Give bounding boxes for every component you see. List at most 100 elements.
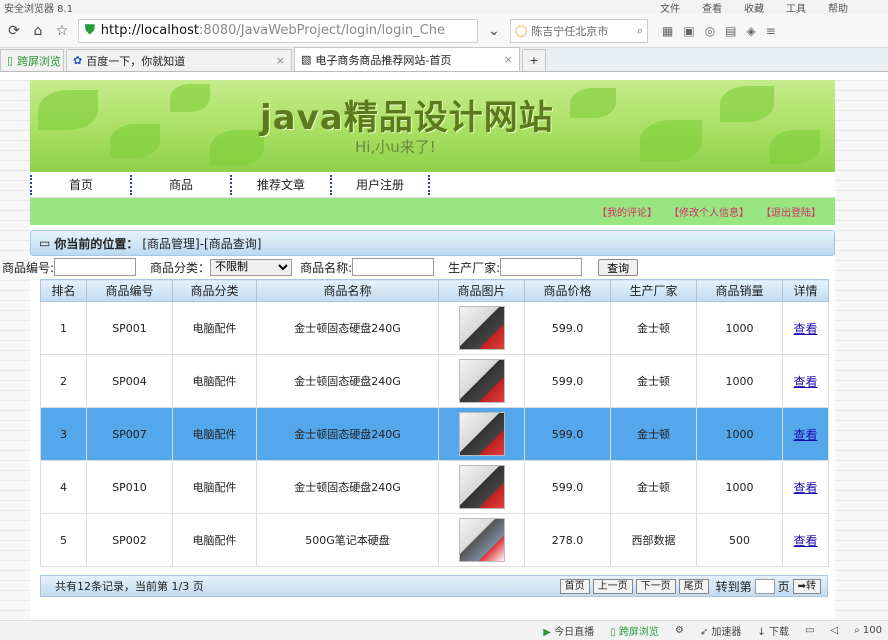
- browser-menu: 文件 查看 收藏 工具 帮助: [660, 0, 848, 15]
- menu-file[interactable]: 文件: [660, 0, 680, 15]
- view-detail-link[interactable]: 查看: [793, 481, 817, 495]
- product-thumbnail[interactable]: [458, 412, 505, 456]
- cell-name: 金士顿固态硬盘240G: [256, 407, 439, 461]
- name-label: 商品名称:: [300, 260, 353, 275]
- location-path: [商品管理]-[商品查询]: [142, 236, 262, 251]
- tab-baidu[interactable]: ✿ 百度一下，你就知道 ×: [66, 49, 292, 71]
- tab-shop-home[interactable]: ▧ 电子商务商品推荐网站-首页 ×: [294, 47, 520, 71]
- translate-icon[interactable]: ▤: [725, 24, 736, 38]
- view-detail-link[interactable]: 查看: [793, 534, 817, 548]
- view-detail-link[interactable]: 查看: [793, 322, 817, 336]
- nav-register[interactable]: 用户注册: [330, 174, 430, 195]
- last-page-button[interactable]: 尾页: [678, 578, 709, 594]
- url-input[interactable]: ⛊ http://localhost:8080/JavaWebProject/l…: [78, 18, 478, 43]
- settings-icon[interactable]: ⚙: [675, 625, 684, 636]
- first-page-button[interactable]: 首页: [559, 578, 590, 594]
- site-page: java精品设计网站 Hi,小u来了! 首页 商品 推荐文章 用户注册 【我的评…: [30, 80, 835, 256]
- game-icon[interactable]: ◈: [747, 24, 756, 38]
- page-unit: 页: [777, 579, 790, 594]
- product-thumbnail[interactable]: [458, 465, 505, 509]
- product-name-input[interactable]: [352, 258, 435, 276]
- nav-products[interactable]: 商品: [130, 174, 230, 195]
- cell-category: 电脑配件: [172, 407, 257, 461]
- cell-category: 电脑配件: [172, 513, 257, 567]
- next-page-button[interactable]: 下一页: [635, 578, 676, 594]
- maker-input[interactable]: [500, 258, 583, 276]
- banner-subtitle: Hi,小u来了!: [355, 138, 436, 156]
- pagination-bar: 共有12条记录，当前第 1/3 页 首页 上一页 下一页 尾页 转到第 页 ➡转: [40, 575, 828, 597]
- speaker-icon[interactable]: ◁: [830, 625, 838, 636]
- th-price: 商品价格: [524, 279, 611, 302]
- cell-detail: 查看: [782, 513, 829, 567]
- download-label: 下载: [768, 627, 789, 638]
- view-detail-link[interactable]: 查看: [793, 428, 817, 442]
- cell-code: SP010: [86, 460, 173, 514]
- site-banner: java精品设计网站 Hi,小u来了!: [30, 80, 835, 172]
- menu-view[interactable]: 查看: [702, 0, 722, 15]
- zoom-icon: ⌕: [854, 625, 860, 636]
- browser-search-input[interactable]: ◯ 陈吉宁任北京市 ⌕: [510, 18, 648, 43]
- wallet-icon[interactable]: ◎: [705, 24, 715, 38]
- chevron-down-icon[interactable]: ⌄: [486, 23, 502, 39]
- my-comments-link[interactable]: 【我的评论】: [597, 204, 657, 219]
- cell-name: 500G笔记本硬盘: [256, 513, 439, 567]
- cell-code: SP004: [86, 354, 173, 408]
- apps-icon[interactable]: ▦: [662, 24, 673, 38]
- live-link[interactable]: ▶ 今日直播: [543, 623, 594, 638]
- edit-profile-link[interactable]: 【修改个人信息】: [669, 204, 749, 219]
- home-icon[interactable]: ⌂: [30, 23, 46, 39]
- user-links-bar: 【我的评论】 【修改个人信息】 【退出登陆】: [30, 198, 835, 225]
- search-engine-icon: ◯: [515, 24, 528, 37]
- th-category: 商品分类: [172, 279, 257, 302]
- search-icon[interactable]: ⌕: [637, 24, 643, 38]
- tab-cross-screen[interactable]: ▯ 跨屏浏览: [0, 49, 64, 71]
- nav-articles[interactable]: 推荐文章: [230, 174, 330, 195]
- menu-tools[interactable]: 工具: [786, 0, 806, 15]
- cell-price: 599.0: [524, 301, 611, 355]
- nav-home[interactable]: 首页: [30, 174, 130, 195]
- menu-help[interactable]: 帮助: [828, 0, 848, 15]
- cross-screen-label: 跨屏浏览: [618, 627, 659, 638]
- live-label: 今日直播: [554, 627, 595, 638]
- star-icon[interactable]: ☆: [54, 23, 70, 39]
- th-name: 商品名称: [256, 279, 439, 302]
- query-button[interactable]: 查询: [598, 258, 639, 276]
- bookmark-icon[interactable]: ▣: [683, 24, 694, 38]
- product-thumbnail[interactable]: [458, 306, 505, 350]
- cell-sales: 1000: [696, 407, 783, 461]
- accelerator-link[interactable]: ➶ 加速器: [700, 623, 742, 638]
- prev-page-button[interactable]: 上一页: [592, 578, 633, 594]
- shield-icon: ⛊: [85, 23, 95, 38]
- product-thumbnail[interactable]: [458, 359, 505, 403]
- goto-button[interactable]: ➡转: [792, 578, 821, 594]
- cell-maker: 西部数据: [610, 513, 697, 567]
- logout-link[interactable]: 【退出登陆】: [761, 204, 821, 219]
- rocket-icon: ➶: [699, 627, 709, 638]
- browser-title-bar: 安全浏览器 8.1 文件 查看 收藏 工具 帮助: [0, 0, 888, 15]
- goto-page-input[interactable]: [754, 578, 775, 594]
- cell-price: 599.0: [524, 354, 611, 408]
- view-detail-link[interactable]: 查看: [793, 375, 817, 389]
- new-tab-button[interactable]: +: [522, 49, 546, 71]
- zoom-control[interactable]: ⌕ 100: [854, 625, 882, 636]
- download-link[interactable]: ↓ 下载: [757, 623, 789, 638]
- cell-maker: 金士顿: [610, 407, 697, 461]
- browser-title: 安全浏览器 8.1: [4, 3, 74, 15]
- cell-rank: 4: [40, 460, 87, 514]
- window-icon[interactable]: ▭: [805, 625, 814, 636]
- refresh-icon[interactable]: ⟳: [6, 23, 22, 39]
- menu-favorites[interactable]: 收藏: [744, 0, 764, 15]
- cell-image: [438, 354, 525, 408]
- close-icon[interactable]: ×: [276, 54, 285, 67]
- close-icon[interactable]: ×: [504, 53, 513, 66]
- product-thumbnail[interactable]: [458, 518, 505, 562]
- menu-icon[interactable]: ≡: [766, 24, 776, 38]
- address-toolbar: ⟳ ⌂ ☆ ⛊ http://localhost:8080/JavaWebPro…: [0, 14, 888, 48]
- site-nav: 首页 商品 推荐文章 用户注册: [30, 172, 835, 198]
- product-code-input[interactable]: [54, 258, 137, 276]
- cross-screen-link[interactable]: ▯ 跨屏浏览: [610, 623, 659, 638]
- cell-price: 599.0: [524, 460, 611, 514]
- cell-maker: 金士顿: [610, 354, 697, 408]
- category-select[interactable]: 不限制: [210, 258, 293, 276]
- cell-category: 电脑配件: [172, 354, 257, 408]
